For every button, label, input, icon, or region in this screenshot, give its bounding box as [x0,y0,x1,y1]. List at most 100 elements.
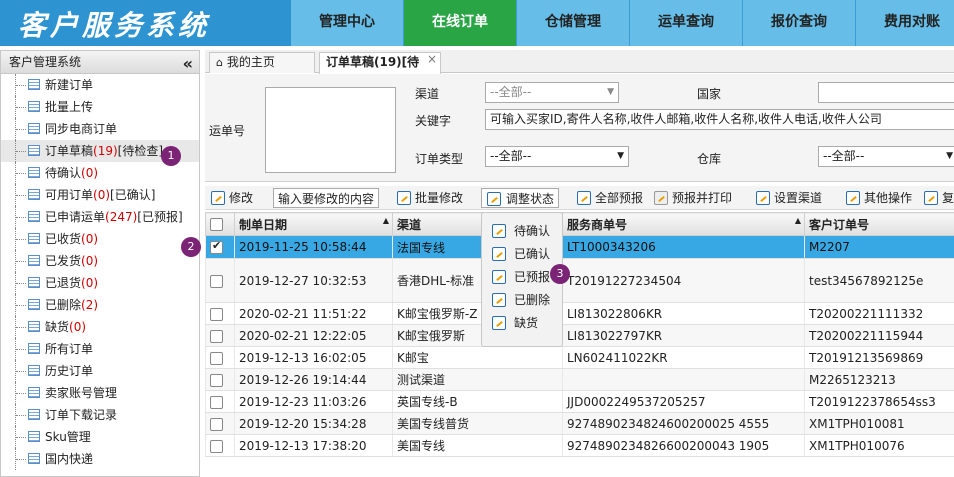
table-row[interactable]: 2019-11-25 10:58:44法国专线LT1000343206M2207 [205,235,954,259]
channel-select[interactable]: --全部-- ▼ [485,82,619,103]
sidebar-item[interactable]: 已发货(0) [1,250,199,272]
other-ops-button[interactable]: 其他操作 [844,188,912,208]
order-type-select[interactable]: --全部-- ▼ [485,146,629,167]
sidebar-item[interactable]: 同步电商订单 [1,118,199,140]
forecast-all-button[interactable]: 全部预报 [575,188,643,208]
row-checkbox[interactable] [210,329,223,343]
cell-date: 2019-12-13 16:02:05 [234,346,393,369]
tree-line [15,118,27,140]
adjust-status-button[interactable]: 调整状态 [481,188,560,208]
nav-management[interactable]: 管理中心 [291,0,404,46]
select-all-checkbox[interactable] [210,218,223,231]
edit-content-input[interactable]: 输入要修改的内容 [273,188,380,208]
copy-button[interactable]: 复 [922,188,954,208]
page-tabs: ⌂ 我的主页 订单草稿(19)[待 × [205,50,954,74]
cell-tracking: LI813022806KR [562,302,805,325]
table-row[interactable]: 2019-12-20 15:34:28 美国专线普货 927489023482460… [205,412,954,435]
nav-warehouse[interactable]: 仓储管理 [517,0,630,46]
keyword-input[interactable]: 可输入买家ID,寄件人名称,收件人邮箱,收件人名称,收件人电话,收件人公司 [485,109,954,130]
sidebar-item[interactable]: 国内快递 [1,448,199,470]
cell-channel: 美国专线普货 [392,412,563,435]
batch-edit-button[interactable]: 批量修改 [395,188,463,208]
sidebar-item[interactable]: 订单下载记录 [1,404,199,426]
column-header-tracking[interactable]: 服务商单号 ▲ [562,212,805,236]
batch-edit-label: 批量修改 [415,191,464,205]
row-checkbox[interactable] [210,307,223,321]
table-row[interactable]: 2019-12-13 17:38:20 美国专线 92748902348266002… [205,434,954,457]
home-icon: ⌂ [216,56,223,69]
step-badge-3: 3 [550,264,570,284]
table-row[interactable]: 2019-12-27 10:32:53 香港DHL-标准 T201912272345… [205,258,954,303]
status-menu-item-label: 已删除 [514,293,551,307]
nav-billing[interactable]: 费用对账 [856,0,954,46]
sidebar-item-status: [待检查] [117,144,164,158]
table-row[interactable]: 2019-12-26 19:14:44 测试渠道 M2265123213 [205,368,954,391]
table-row[interactable]: 2019-12-13 16:02:05 K邮宝 LN602411022KR T2019… [205,346,954,369]
nav-quote-query[interactable]: 报价查询 [743,0,856,46]
row-checkbox[interactable] [210,439,223,453]
sidebar-item[interactable]: Sku管理 [1,426,199,448]
row-select-cell [205,302,235,325]
row-checkbox[interactable] [210,373,223,387]
sidebar-item[interactable]: 已收货(0) [1,228,199,250]
sidebar-item[interactable]: 所有订单 [1,338,199,360]
cell-tracking: 9274890234826600200043 1905 [562,434,805,457]
table-row[interactable]: 2020-02-21 11:51:22 K邮宝俄罗斯-Z LI813022806KR… [205,302,954,325]
row-select-cell [205,346,235,369]
sort-icon: ▲ [794,215,801,225]
tab-home[interactable]: ⌂ 我的主页 [209,52,315,73]
edit-button[interactable]: 修改 [209,188,253,208]
forecast-print-button[interactable]: 预报并打印 [652,188,732,208]
nav-waybill-query[interactable]: 运单查询 [630,0,743,46]
table-icon [28,101,40,112]
country-input[interactable] [818,82,954,103]
sidebar-item-label: 待确认 [45,166,82,180]
step-badge-2: 2 [181,237,201,257]
cell-customer-order: T20191213569869 [804,346,954,369]
row-checkbox[interactable] [210,274,223,288]
cell-date: 2020-02-21 11:51:22 [234,302,393,325]
table-icon [28,321,40,332]
status-menu-item-deleted[interactable]: 已删除 [492,290,550,310]
warehouse-select[interactable]: --全部-- ▼ [818,146,954,167]
row-checkbox[interactable] [210,239,223,254]
column-header-date[interactable]: 制单日期 ▲ [234,212,393,236]
orders-grid: 制单日期▲ 渠道 服务商单号▲ 客户订单号 2019-11-25 10:58:4… [205,212,954,477]
sidebar-item[interactable]: 批量上传 [1,96,199,118]
tree-line [15,140,27,162]
collapse-icon[interactable]: « [183,53,193,75]
nav-online-orders[interactable]: 在线订单 [404,0,517,46]
edit-icon [492,270,506,284]
edit-icon [924,191,938,205]
sidebar-item[interactable]: 卖家账号管理 [1,382,199,404]
sidebar-item[interactable]: 历史订单 [1,360,199,382]
sidebar-item-label: 已删除 [45,298,82,312]
sidebar-item[interactable]: 已删除(2) [1,294,199,316]
table-header-row: 制单日期 ▲ 渠道 服务商单号 ▲ 客户订单号 [205,212,954,236]
sidebar-item[interactable]: 已申请运单(247)[已预报] [1,206,199,228]
sidebar-item-label: 国内快递 [45,452,94,466]
table-icon [28,145,40,156]
sidebar-item[interactable]: 新建订单 [1,74,199,96]
row-checkbox[interactable] [210,417,223,431]
status-menu-item-pending[interactable]: 待确认 [492,221,550,241]
column-header-customer-order[interactable]: 客户订单号 [804,212,954,236]
row-select-cell [205,434,235,457]
row-checkbox[interactable] [210,351,223,365]
main-nav: 管理中心 在线订单 仓储管理 运单查询 报价查询 费用对账 [291,0,954,46]
row-checkbox[interactable] [210,395,223,409]
sidebar-item-label: 已收货 [45,232,82,246]
sidebar-item[interactable]: 已退货(0) [1,272,199,294]
table-row[interactable]: 2019-12-23 11:03:26 英国专线-B JJD000224953720… [205,390,954,413]
status-menu-item-out-of-stock[interactable]: 缺货 [492,313,538,333]
status-menu-item-forecasted[interactable]: 已预报 [492,267,550,287]
close-icon[interactable]: × [427,50,437,69]
status-menu-item-confirmed[interactable]: 已确认 [492,244,550,264]
table-row[interactable]: 2020-02-21 12:22:05 K邮宝俄罗斯 LI813022797KR T2… [205,324,954,347]
tab-order-drafts[interactable]: 订单草稿(19)[待 × [319,52,441,74]
sidebar-item[interactable]: 缺货(0) [1,316,199,338]
tree-line [15,184,27,206]
waybill-textarea[interactable] [265,87,396,173]
sidebar-item[interactable]: 可用订单(0)[已确认] [1,184,199,206]
set-channel-button[interactable]: 设置渠道 [754,188,822,208]
